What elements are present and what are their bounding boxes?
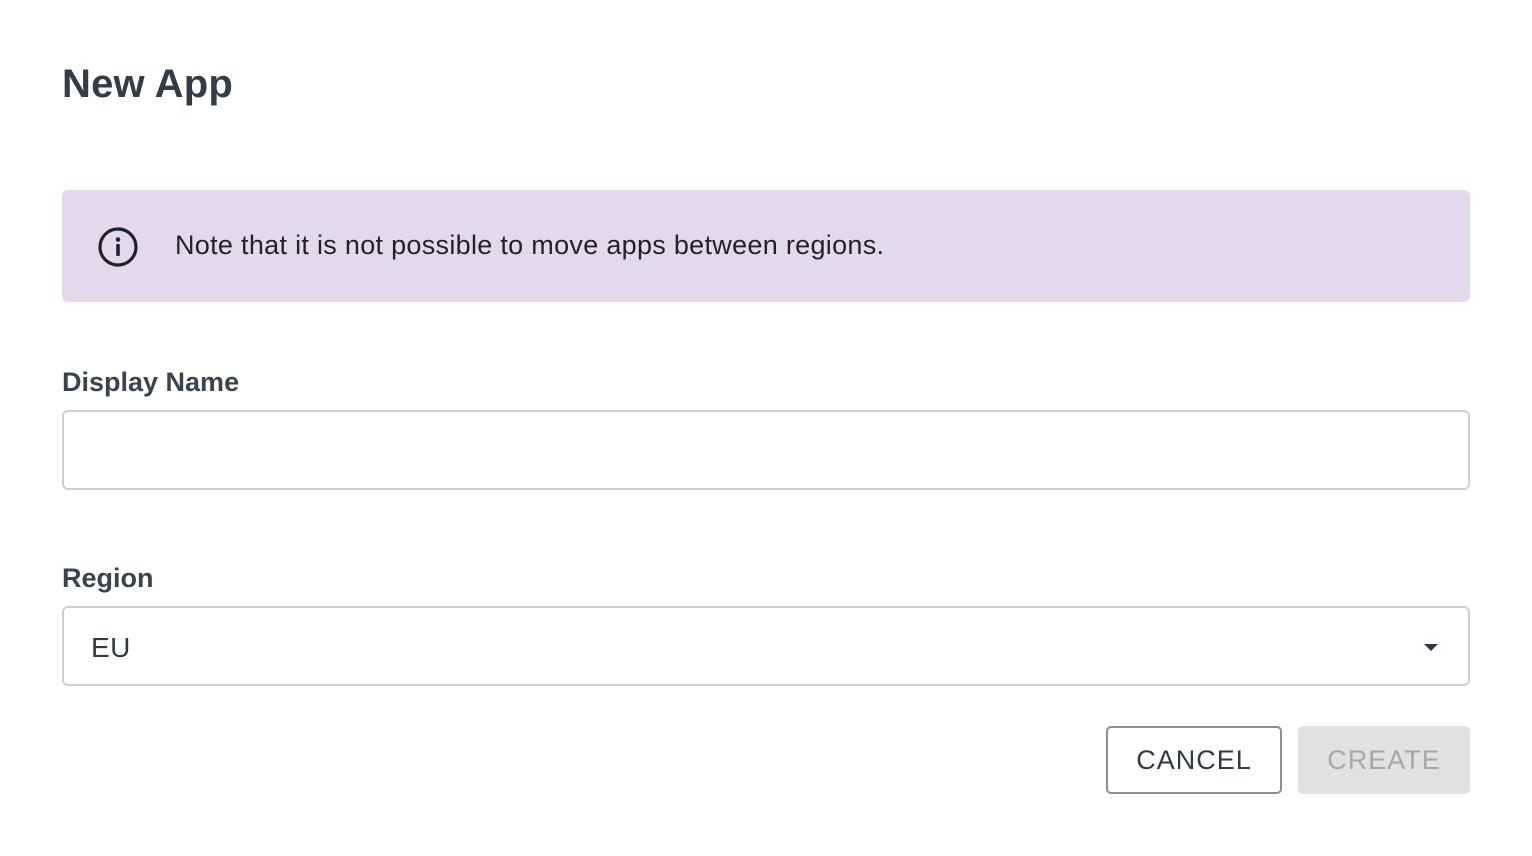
display-name-input[interactable] [62, 410, 1470, 490]
notice-text: Note that it is not possible to move app… [175, 230, 885, 260]
region-notice-banner: Note that it is not possible to move app… [62, 190, 1470, 302]
dialog-title: New App [62, 62, 234, 106]
create-button[interactable]: CREATE [1298, 726, 1470, 794]
caret-down-icon [1424, 644, 1438, 651]
region-selected-value: EU [91, 632, 131, 663]
cancel-button[interactable]: CANCEL [1106, 726, 1282, 794]
region-select[interactable]: EU [62, 606, 1470, 686]
info-icon [97, 226, 139, 268]
region-label: Region [62, 563, 154, 593]
new-app-dialog: New App Note that it is not possible to … [0, 0, 1532, 856]
display-name-label: Display Name [62, 367, 240, 397]
